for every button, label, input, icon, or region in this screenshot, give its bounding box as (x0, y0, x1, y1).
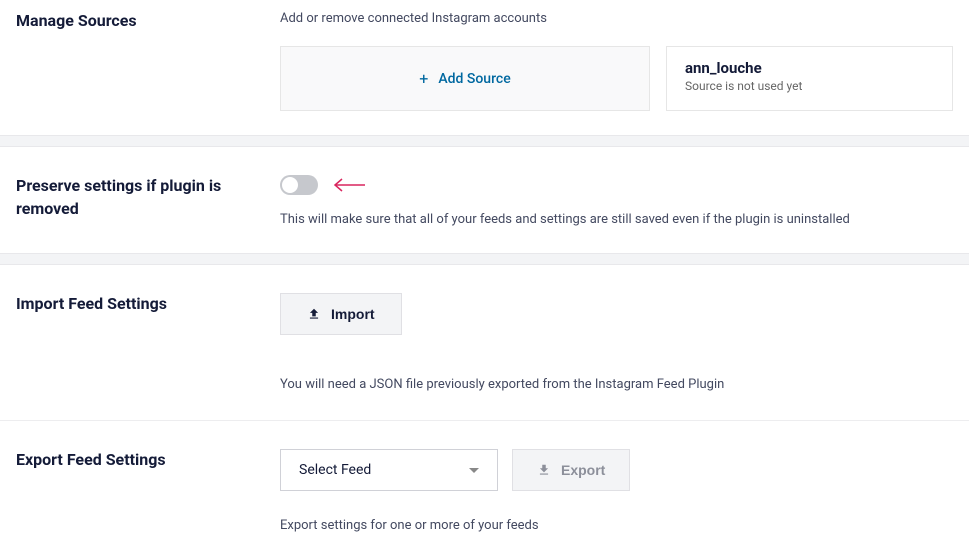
source-card[interactable]: ann_louche Source is not used yet (666, 46, 953, 111)
upload-icon (307, 307, 321, 321)
section-label: Export Feed Settings (16, 449, 280, 535)
plus-icon: + (419, 69, 428, 88)
source-status: Source is not used yet (685, 79, 934, 93)
section-label: Preserve settings if plugin is removed (16, 175, 280, 229)
section-content: Select Feed Export Export settings for o… (280, 449, 953, 535)
add-source-button[interactable]: + Add Source (280, 46, 650, 111)
toggle-knob (282, 177, 298, 193)
preserve-settings-section: Preserve settings if plugin is removed T… (0, 147, 969, 253)
select-feed-label: Select Feed (299, 462, 371, 478)
import-button-label: Import (331, 306, 375, 322)
import-feed-section: Import Feed Settings Import You will nee… (0, 265, 969, 420)
source-row: + Add Source ann_louche Source is not us… (280, 46, 953, 111)
manage-sources-subtext: Add or remove connected Instagram accoun… (280, 10, 953, 28)
import-button[interactable]: Import (280, 293, 402, 335)
manage-sources-section: Manage Sources Add or remove connected I… (0, 0, 969, 135)
export-help-text: Export settings for one or more of your … (280, 517, 953, 535)
export-button-label: Export (561, 462, 605, 478)
add-source-label: Add Source (438, 71, 510, 87)
export-button[interactable]: Export (512, 449, 630, 491)
preserve-settings-title: Preserve settings if plugin is removed (16, 175, 260, 220)
import-feed-title: Import Feed Settings (16, 293, 260, 315)
section-divider (0, 135, 969, 147)
section-content: Add or remove connected Instagram accoun… (280, 10, 953, 111)
section-label: Manage Sources (16, 10, 280, 111)
source-name: ann_louche (685, 59, 934, 77)
preserve-settings-description: This will make sure that all of your fee… (280, 211, 953, 229)
import-help-text: You will need a JSON file previously exp… (280, 377, 953, 392)
export-row: Select Feed Export (280, 449, 953, 491)
select-feed-dropdown[interactable]: Select Feed (280, 449, 498, 491)
section-content: This will make sure that all of your fee… (280, 175, 953, 229)
preserve-settings-toggle[interactable] (280, 175, 318, 195)
chevron-down-icon (469, 468, 479, 473)
export-feed-title: Export Feed Settings (16, 449, 260, 471)
section-divider (0, 253, 969, 265)
section-content: Import You will need a JSON file previou… (280, 293, 953, 392)
manage-sources-title: Manage Sources (16, 10, 260, 32)
arrow-left-icon (332, 178, 366, 192)
toggle-row (280, 175, 953, 195)
download-icon (537, 463, 551, 477)
section-label: Import Feed Settings (16, 293, 280, 392)
export-feed-section: Export Feed Settings Select Feed Export … (0, 421, 969, 545)
